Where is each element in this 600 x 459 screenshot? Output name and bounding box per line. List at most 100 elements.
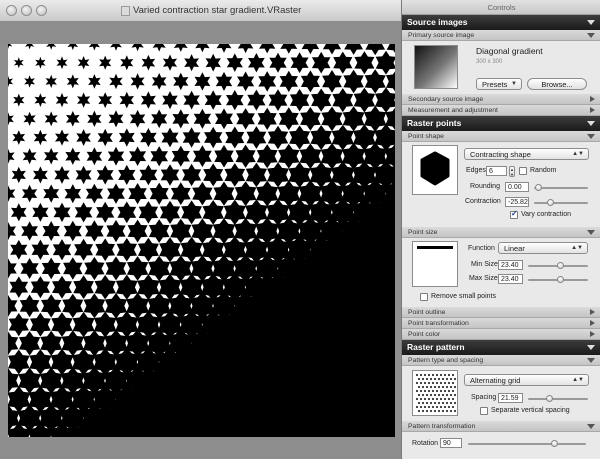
spacing-slider-thumb[interactable] — [546, 395, 554, 402]
source-image-thumbnail — [414, 45, 458, 89]
presets-popup[interactable]: Presets ▼ — [476, 78, 522, 90]
shape-type-popup[interactable]: Contracting shape ▲▼ — [464, 148, 589, 160]
minimize-button[interactable] — [21, 5, 32, 16]
raster-canvas[interactable] — [8, 44, 395, 437]
section-raster-pattern-label: Raster pattern — [407, 342, 465, 352]
panel-title: Controls — [402, 0, 600, 15]
pattern-dot — [447, 405, 451, 409]
edges-label: Edges — [466, 167, 486, 174]
pattern-dot — [447, 373, 451, 377]
spacing-slider[interactable] — [528, 395, 588, 402]
pattern-dot — [453, 377, 457, 381]
presets-label: Presets — [482, 80, 508, 89]
rotation-slider-thumb[interactable] — [550, 440, 558, 447]
subsection-secondary-source[interactable]: Secondary source image — [402, 94, 600, 105]
pattern-dot — [447, 381, 451, 385]
pattern-dot — [415, 381, 419, 385]
vary-contraction-label: Vary contraction — [521, 211, 572, 218]
chevron-down-icon: ▲▼ — [572, 377, 584, 383]
subsection-primary-source-label: Primary source image — [408, 32, 475, 39]
shape-type-value: Contracting shape — [470, 150, 531, 159]
pattern-dot — [439, 373, 443, 377]
function-value: Linear — [504, 244, 525, 253]
pattern-dot — [423, 381, 427, 385]
contraction-slider[interactable] — [534, 199, 588, 206]
pattern-dot — [437, 393, 441, 397]
rounding-slider-thumb[interactable] — [534, 184, 542, 191]
pattern-dot — [451, 389, 455, 393]
separate-vertical-spacing-label: Separate vertical spacing — [491, 407, 570, 414]
pattern-preview — [412, 370, 458, 416]
pattern-dot — [435, 381, 439, 385]
disclosure-triangle-icon — [587, 345, 595, 350]
section-source-images[interactable]: Source images — [402, 15, 600, 30]
spacing-field[interactable]: 21.59 — [498, 393, 523, 403]
separate-vertical-spacing-checkbox[interactable] — [480, 407, 488, 415]
disclosure-triangle-icon — [590, 107, 595, 113]
disclosure-triangle-icon — [587, 121, 595, 126]
subsection-point-outline[interactable]: Point outline — [402, 307, 600, 318]
pattern-dot — [449, 401, 453, 405]
subsection-point-color-label: Point color — [408, 331, 441, 338]
min-size-slider[interactable] — [528, 262, 588, 269]
pattern-dot — [433, 393, 437, 397]
min-size-slider-thumb[interactable] — [556, 262, 564, 269]
subsection-pattern-transformation[interactable]: Pattern transformation — [402, 421, 600, 432]
title-bar[interactable]: Varied contraction star gradient.VRaster — [0, 0, 401, 22]
rotation-slider[interactable] — [468, 440, 586, 447]
document-icon — [121, 6, 130, 16]
shape-preview — [412, 145, 458, 195]
remove-small-points-checkbox[interactable] — [420, 293, 428, 301]
disclosure-triangle-icon — [590, 320, 595, 326]
pattern-dot — [423, 389, 427, 393]
contraction-slider-thumb[interactable] — [546, 199, 554, 206]
pattern-dot — [425, 385, 429, 389]
random-checkbox[interactable] — [519, 167, 527, 175]
contraction-field[interactable]: -25.82 — [505, 197, 529, 207]
min-size-field[interactable]: 23.40 — [498, 260, 523, 270]
pattern-dot — [415, 373, 419, 377]
subsection-point-shape[interactable]: Point shape — [402, 131, 600, 142]
close-button[interactable] — [6, 5, 17, 16]
rounding-field[interactable]: 0.00 — [505, 182, 529, 192]
pattern-dot — [423, 397, 427, 401]
pattern-dot — [443, 397, 447, 401]
disclosure-triangle-icon — [587, 424, 595, 429]
pattern-dot — [449, 385, 453, 389]
pattern-dot — [439, 397, 443, 401]
zoom-button[interactable] — [36, 5, 47, 16]
document-window: Varied contraction star gradient.VRaster — [0, 0, 401, 459]
pattern-dot — [433, 401, 437, 405]
pattern-dot — [445, 409, 449, 413]
subsection-pattern-type[interactable]: Pattern type and spacing — [402, 355, 600, 366]
max-size-slider[interactable] — [528, 276, 588, 283]
pattern-dot — [445, 401, 449, 405]
section-raster-points[interactable]: Raster points — [402, 116, 600, 131]
pattern-dot — [417, 385, 421, 389]
subsection-point-transformation[interactable]: Point transformation — [402, 318, 600, 329]
rounding-slider[interactable] — [534, 184, 588, 191]
function-popup[interactable]: Linear ▲▼ — [498, 242, 588, 254]
pattern-dot — [451, 405, 455, 409]
disclosure-triangle-icon — [587, 230, 595, 235]
max-size-field[interactable]: 23.40 — [498, 274, 523, 284]
edges-field[interactable]: 6 — [486, 166, 507, 176]
subsection-primary-source[interactable]: Primary source image — [402, 30, 600, 41]
min-size-label: Min Size — [471, 261, 498, 268]
subsection-measurement[interactable]: Measurement and adjustment — [402, 105, 600, 116]
pattern-dot — [421, 401, 425, 405]
disclosure-triangle-icon — [590, 309, 595, 315]
section-raster-pattern[interactable]: Raster pattern — [402, 340, 600, 355]
pattern-dot — [441, 409, 445, 413]
pattern-dot — [447, 389, 451, 393]
subsection-point-size-label: Point size — [408, 229, 438, 236]
browse-button[interactable]: Browse... — [527, 78, 587, 90]
max-size-slider-thumb[interactable] — [556, 276, 564, 283]
rotation-field[interactable]: 90 — [440, 438, 462, 448]
subsection-point-size[interactable]: Point size — [402, 227, 600, 238]
subsection-point-color[interactable]: Point color — [402, 329, 600, 340]
vary-contraction-checkbox[interactable] — [510, 209, 518, 219]
grid-type-popup[interactable]: Alternating grid ▲▼ — [464, 374, 589, 386]
pattern-dot — [443, 373, 447, 377]
edges-stepper[interactable]: ▲ ▼ — [509, 166, 515, 177]
